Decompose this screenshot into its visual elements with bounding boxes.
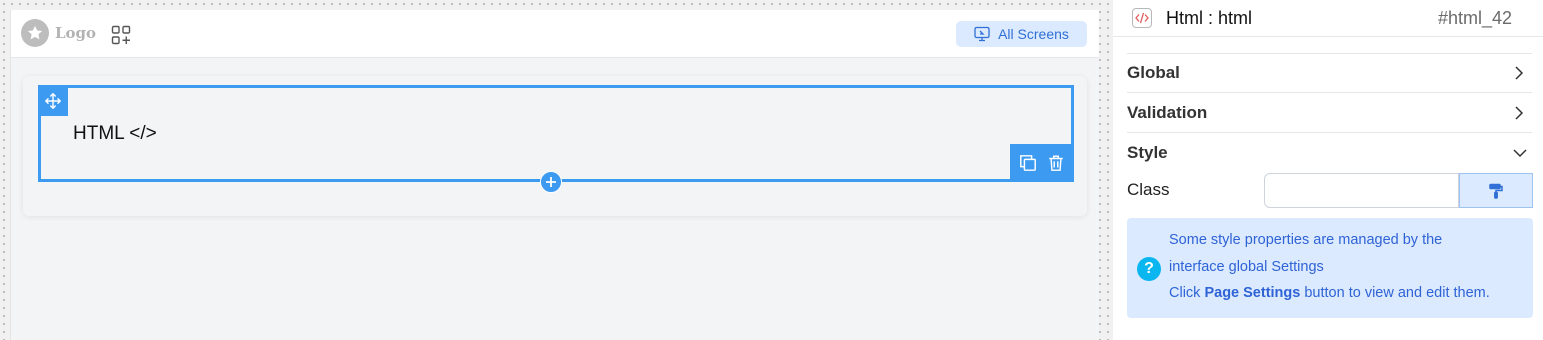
move-icon[interactable] xyxy=(38,85,68,116)
paint-roller-icon[interactable] xyxy=(1459,173,1533,208)
copy-icon[interactable] xyxy=(1019,154,1037,172)
star-icon xyxy=(21,19,49,47)
apps-icon[interactable] xyxy=(111,25,131,45)
trash-icon[interactable] xyxy=(1047,154,1065,172)
logo-text: Logo xyxy=(55,24,97,42)
section-style-label: Style xyxy=(1127,143,1168,162)
chevron-right-icon xyxy=(1514,65,1524,81)
builder-canvas: Logo All Screens HTML </> xyxy=(10,10,1099,340)
info-line-3-prefix: Click xyxy=(1169,285,1205,301)
section-global-label: Global xyxy=(1127,63,1180,82)
logo: Logo xyxy=(21,19,96,47)
chevron-right-icon xyxy=(1514,105,1524,121)
element-title: Html : html xyxy=(1166,8,1253,28)
all-screens-button[interactable]: All Screens xyxy=(956,21,1087,47)
all-screens-label: All Screens xyxy=(998,26,1069,42)
info-line-3: Click Page Settings button to view and e… xyxy=(1169,285,1490,301)
code-icon xyxy=(1132,8,1152,28)
question-icon: ? xyxy=(1137,257,1161,281)
panel-header: Html : html #html_42 xyxy=(1113,0,1543,37)
element-action-bar xyxy=(1010,144,1074,182)
info-line-2: interface global Settings xyxy=(1169,259,1324,275)
monitor-icon xyxy=(974,26,990,42)
properties-panel: Html : html #html_42 Global Validation S… xyxy=(1113,0,1543,340)
section-global[interactable]: Global xyxy=(1127,53,1532,93)
section-validation[interactable]: Validation xyxy=(1127,93,1532,133)
info-line-1: Some style properties are managed by the xyxy=(1169,232,1443,248)
class-row: Class xyxy=(1127,173,1533,208)
info-line-3-suffix: button to view and edit them. xyxy=(1300,285,1490,301)
page-settings-link[interactable]: Page Settings xyxy=(1204,285,1300,301)
chevron-down-icon xyxy=(1512,148,1528,158)
class-input[interactable] xyxy=(1264,173,1459,208)
section-style[interactable]: Style xyxy=(1127,133,1532,173)
html-element-block[interactable]: HTML </> xyxy=(38,85,1074,193)
class-label: Class xyxy=(1127,180,1170,199)
info-box: ? Some style properties are managed by t… xyxy=(1127,218,1533,318)
section-validation-label: Validation xyxy=(1127,102,1208,122)
html-element-label: HTML </> xyxy=(73,123,157,144)
element-id: #html_42 xyxy=(1437,8,1512,28)
plus-icon[interactable] xyxy=(540,171,562,193)
canvas-header: Logo All Screens xyxy=(11,10,1099,58)
